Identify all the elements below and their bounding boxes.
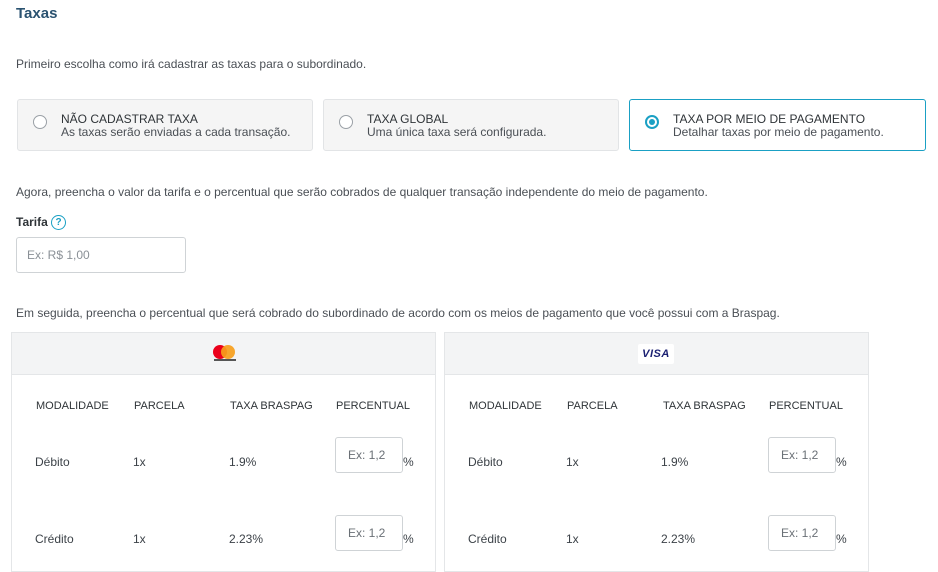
percent-sign: % — [403, 455, 414, 469]
option-description: Detalhar taxas por meio de pagamento. — [673, 125, 884, 139]
header-taxa-braspag: TAXA BRASPAG — [663, 400, 746, 412]
visa-logo-icon: VISA — [638, 344, 674, 364]
card-header: VISA — [445, 333, 868, 375]
option-taxa-por-meio-de-pagamento[interactable]: TAXA POR MEIO DE PAGAMENTO Detalhar taxa… — [629, 99, 926, 151]
tarifa-instructions: Agora, preencha o valor da tarifa e o pe… — [16, 185, 708, 199]
percent-sign: % — [836, 532, 847, 546]
cell-taxa: 1.9% — [229, 455, 257, 469]
percentual-input[interactable] — [768, 437, 836, 473]
section-title: Taxas — [16, 5, 58, 22]
header-percentual: PERCENTUAL — [336, 400, 410, 412]
cell-taxa: 2.23% — [661, 532, 696, 546]
option-taxa-global[interactable]: TAXA GLOBAL Uma única taxa será configur… — [323, 99, 619, 151]
option-title: TAXA GLOBAL — [367, 112, 449, 126]
percentual-input[interactable] — [768, 515, 836, 551]
payment-card-mastercard: MODALIDADE PARCELA TAXA BRASPAG PERCENTU… — [11, 332, 436, 572]
percentual-instructions: Em seguida, preencha o percentual que se… — [16, 306, 780, 320]
radio-button[interactable] — [33, 115, 47, 129]
question-circle-icon[interactable]: ? — [51, 215, 66, 230]
card-header — [12, 333, 435, 375]
percent-sign: % — [403, 532, 414, 546]
cell-parcela: 1x — [133, 455, 146, 469]
cell-parcela: 1x — [133, 532, 146, 546]
header-taxa-braspag: TAXA BRASPAG — [230, 400, 313, 412]
header-modalidade: MODALIDADE — [36, 400, 109, 412]
header-percentual: PERCENTUAL — [769, 400, 843, 412]
percentual-input[interactable] — [335, 437, 403, 473]
cell-modalidade: Débito — [468, 455, 503, 469]
option-description: Uma única taxa será configurada. — [367, 125, 547, 139]
radio-button[interactable] — [339, 115, 353, 129]
cell-modalidade: Débito — [35, 455, 70, 469]
payment-card-visa: VISA MODALIDADE PARCELA TAXA BRASPAG PER… — [444, 332, 869, 572]
radio-button-selected[interactable] — [645, 115, 659, 129]
cell-modalidade: Crédito — [468, 532, 507, 546]
cell-taxa: 2.23% — [229, 532, 264, 546]
cell-taxa: 1.9% — [661, 455, 689, 469]
cell-modalidade: Crédito — [35, 532, 74, 546]
cell-parcela: 1x — [566, 532, 579, 546]
intro-text: Primeiro escolha como irá cadastrar as t… — [16, 57, 367, 71]
percent-sign: % — [836, 455, 847, 469]
tarifa-input[interactable] — [16, 237, 186, 273]
option-title: TAXA POR MEIO DE PAGAMENTO — [673, 112, 866, 126]
header-parcela: PARCELA — [567, 400, 618, 412]
option-description: As taxas serão enviadas a cada transação… — [61, 125, 291, 139]
option-title: NÃO CADASTRAR TAXA — [61, 112, 198, 126]
option-nao-cadastrar-taxa[interactable]: NÃO CADASTRAR TAXA As taxas serão enviad… — [17, 99, 313, 151]
header-parcela: PARCELA — [134, 400, 185, 412]
header-modalidade: MODALIDADE — [469, 400, 542, 412]
mastercard-logo-icon — [212, 344, 238, 364]
percentual-input[interactable] — [335, 515, 403, 551]
tarifa-label: Tarifa — [16, 215, 48, 229]
cell-parcela: 1x — [566, 455, 579, 469]
